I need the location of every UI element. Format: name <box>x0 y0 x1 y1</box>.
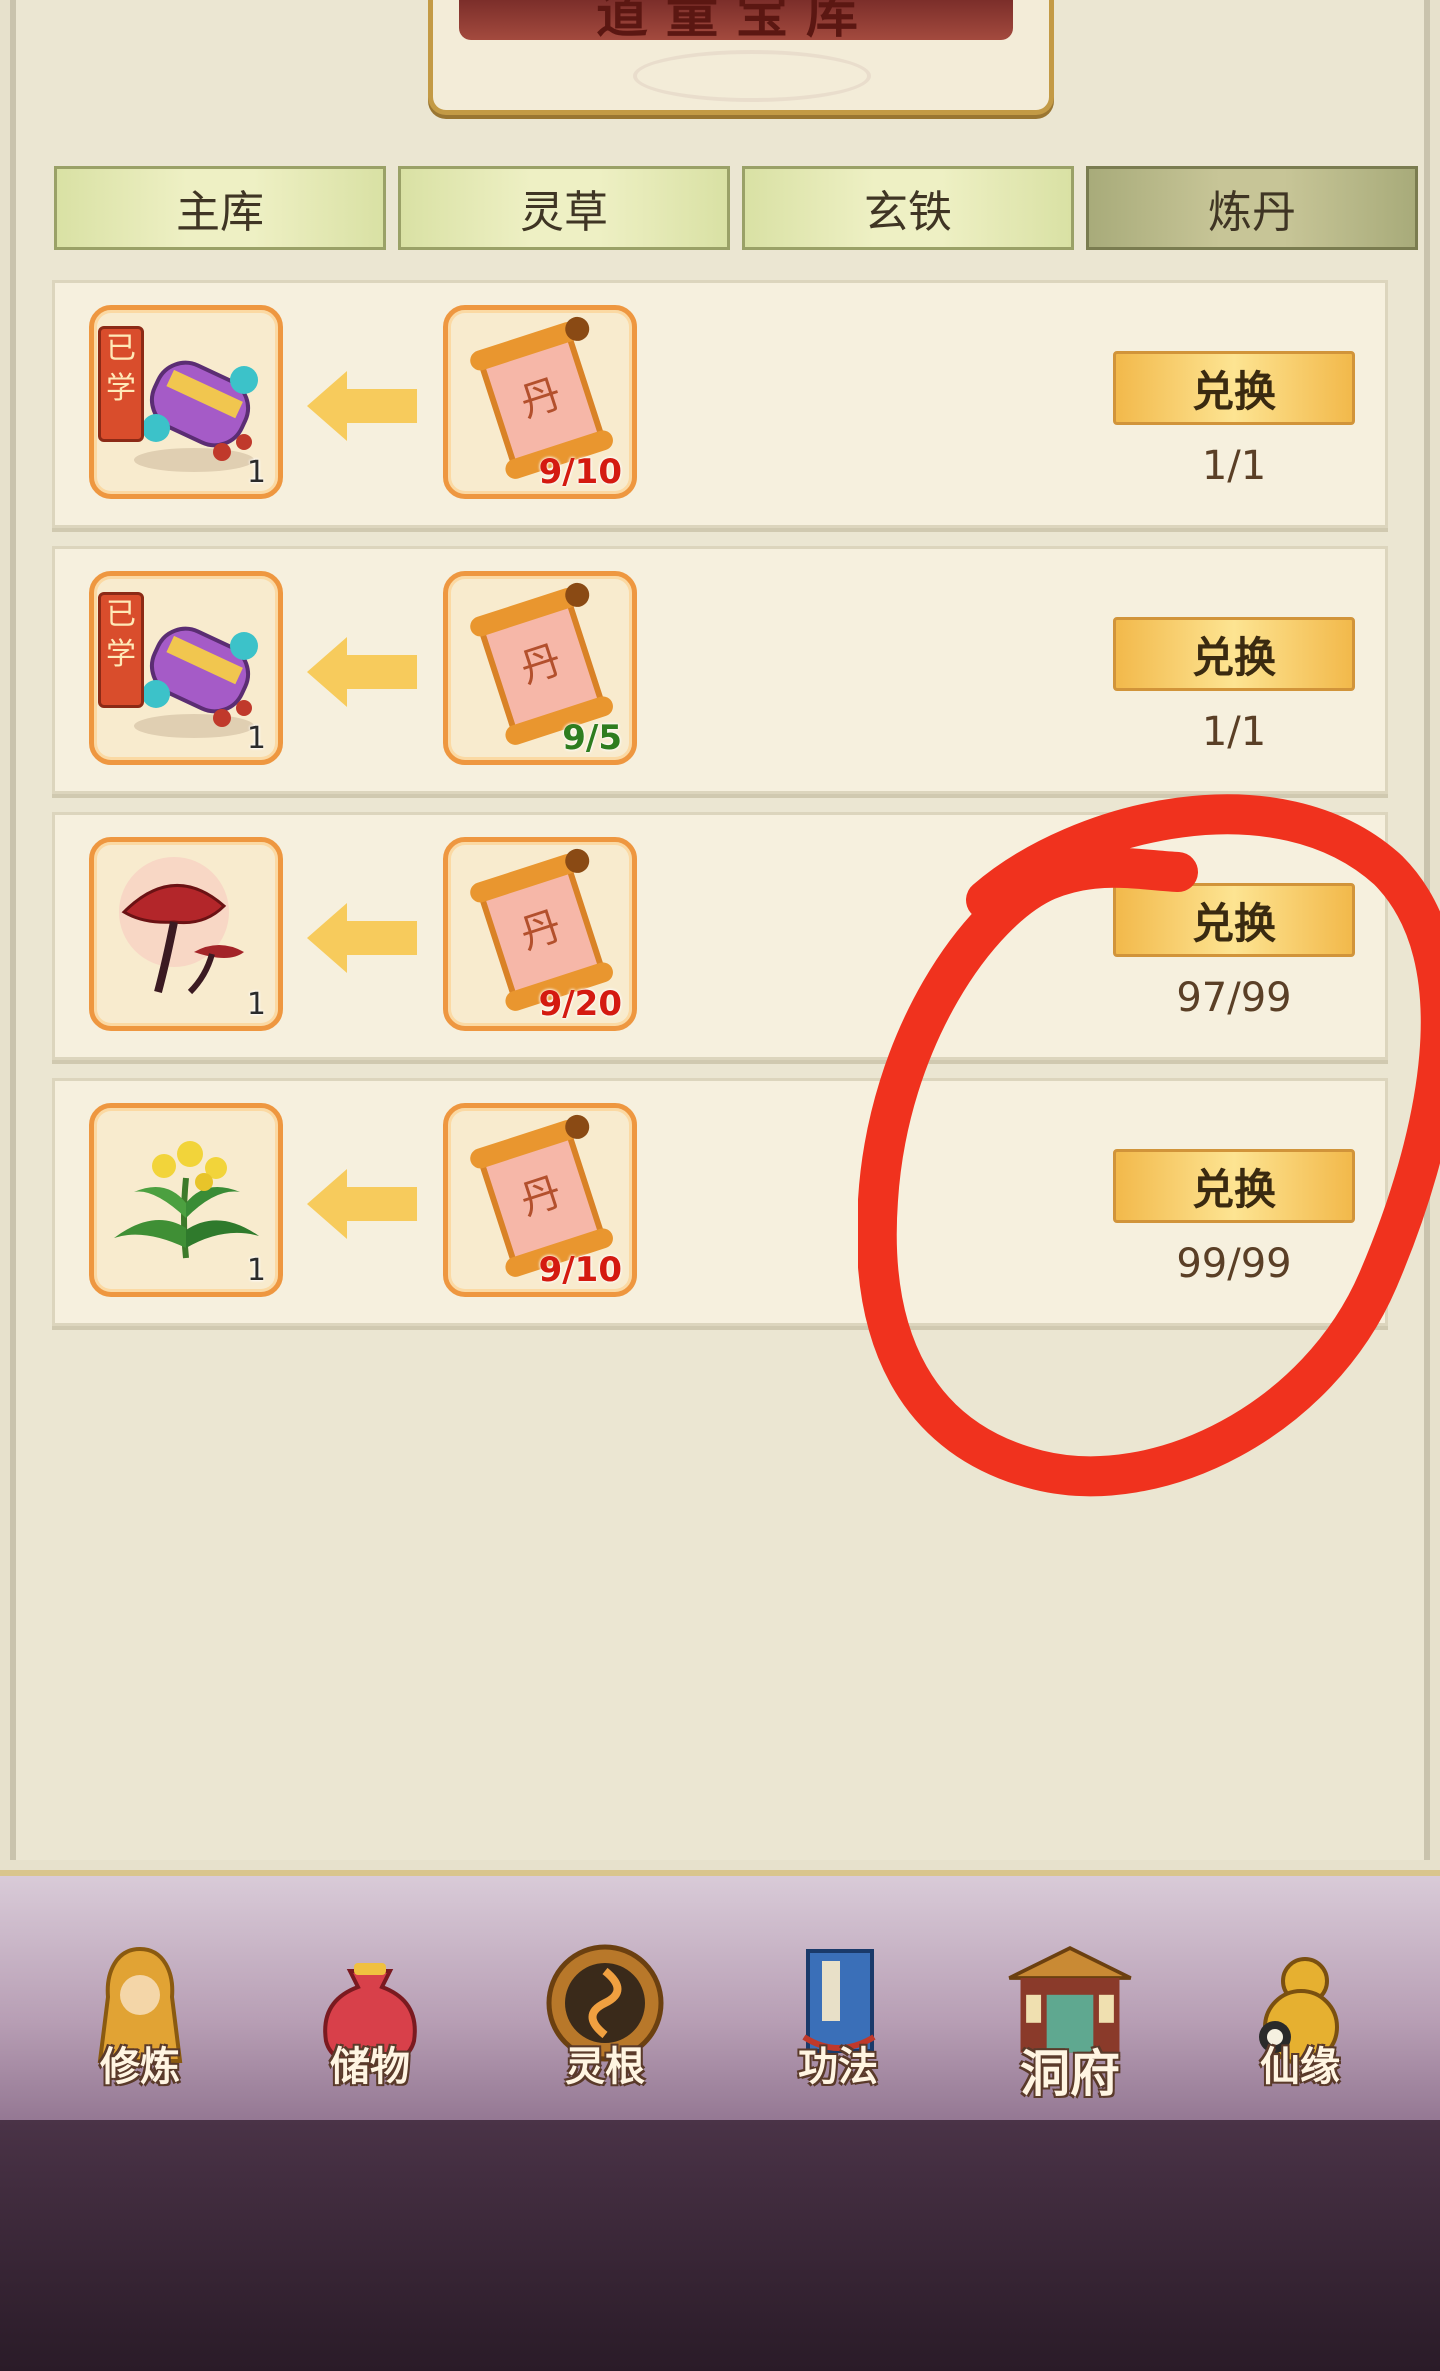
tab-dark-iron[interactable]: 玄铁 <box>742 166 1074 250</box>
reward-slot[interactable]: 已学 1 <box>89 305 283 499</box>
exchange-button[interactable]: 兑换 <box>1113 1149 1355 1223</box>
exchange-limit: 1/1 <box>1201 443 1267 489</box>
cost-count: 9/10 <box>538 1250 622 1290</box>
nav-cave-mansion[interactable]: 洞府 <box>980 1936 1160 2116</box>
tab-spirit-herbs[interactable]: 灵草 <box>398 166 730 250</box>
title-plaque: 道童宝库 <box>428 0 1054 115</box>
cost-count: 9/5 <box>562 718 622 758</box>
arrow-left-icon <box>307 371 417 441</box>
learned-badge: 已学 <box>98 592 144 708</box>
bottom-dark-area <box>0 2120 1440 2371</box>
page-title: 道童宝库 <box>595 0 876 40</box>
reward-slot[interactable]: 1 <box>89 837 283 1031</box>
arrow-left-icon <box>307 903 417 973</box>
exchange-button[interactable]: 兑换 <box>1113 883 1355 957</box>
cost-slot[interactable]: 丹 9/10 <box>443 305 637 499</box>
cost-count: 9/20 <box>538 984 622 1024</box>
exchange-limit: 97/99 <box>1176 975 1292 1021</box>
nav-label: 修炼 <box>100 2043 180 2090</box>
nav-label: 功法 <box>798 2043 878 2090</box>
exchange-row: 已学 1 丹 9/10 兑换 1/1 <box>52 280 1388 528</box>
tab-alchemy[interactable]: 炼丹 <box>1086 166 1418 250</box>
nav-immortal-fate[interactable]: 仙缘 <box>1210 1936 1390 2116</box>
title-band: 道童宝库 <box>459 0 1013 40</box>
cost-slot[interactable]: 丹 9/10 <box>443 1103 637 1297</box>
nav-label: 储物 <box>330 2043 410 2090</box>
reward-slot[interactable]: 已学 1 <box>89 571 283 765</box>
reward-slot[interactable]: 1 <box>89 1103 283 1297</box>
cost-slot[interactable]: 丹 9/5 <box>443 571 637 765</box>
exchange-button[interactable]: 兑换 <box>1113 351 1355 425</box>
exchange-limit: 1/1 <box>1201 709 1267 755</box>
reward-quantity: 1 <box>246 1253 266 1288</box>
learned-badge: 已学 <box>98 326 144 442</box>
exchange-row: 已学 1 丹 9/5 兑换 1/1 <box>52 546 1388 794</box>
nav-spirit-root[interactable]: 灵根 <box>515 1936 695 2116</box>
nav-label: 灵根 <box>565 2043 645 2090</box>
exchange-row: 1 丹 9/20 兑换 97/99 <box>52 812 1388 1060</box>
nav-label: 洞府 <box>1020 2044 1120 2103</box>
nav-cultivate[interactable]: 修炼 <box>50 1936 230 2116</box>
exchange-row: 1 丹 9/10 兑换 99/99 <box>52 1078 1388 1326</box>
reward-quantity: 1 <box>246 455 266 490</box>
cloud-swirl-decoration <box>633 50 871 102</box>
arrow-left-icon <box>307 1169 417 1239</box>
tab-main-store[interactable]: 主库 <box>54 166 386 250</box>
category-tabs: 主库 灵草 玄铁 炼丹 <box>54 166 1418 252</box>
bottom-nav: 修炼 储物 灵根 功法 洞府 仙缘 <box>0 1870 1440 2136</box>
reward-quantity: 1 <box>246 987 266 1022</box>
arrow-left-icon <box>307 637 417 707</box>
cost-slot[interactable]: 丹 9/20 <box>443 837 637 1031</box>
nav-label: 仙缘 <box>1260 2043 1340 2090</box>
nav-technique[interactable]: 功法 <box>748 1936 928 2116</box>
exchange-button[interactable]: 兑换 <box>1113 617 1355 691</box>
reward-quantity: 1 <box>246 721 266 756</box>
cost-count: 9/10 <box>538 452 622 492</box>
nav-storage[interactable]: 储物 <box>280 1936 460 2116</box>
exchange-limit: 99/99 <box>1176 1241 1292 1287</box>
